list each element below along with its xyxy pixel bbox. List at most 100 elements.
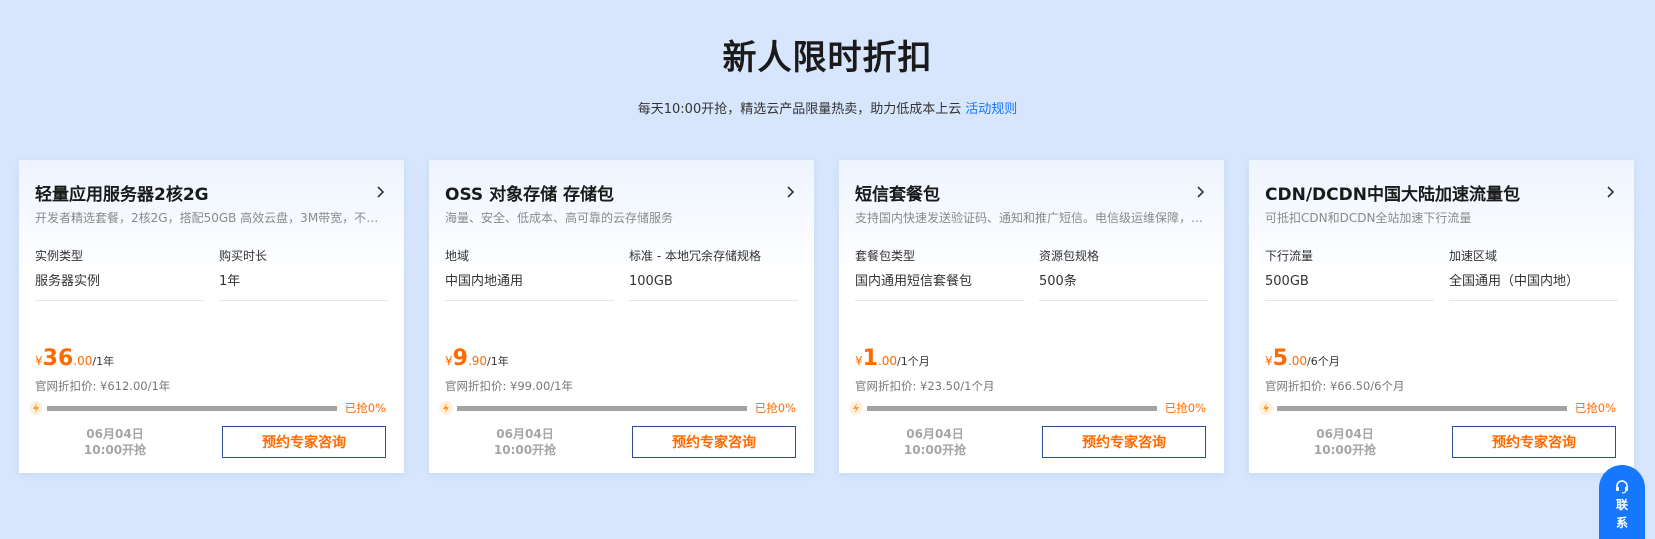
card-description: 开发者精选套餐，2核2G，搭配50GB 高效云盘，3M带宽，不限流量 [35, 211, 388, 225]
lightning-icon [439, 401, 453, 415]
spec-label: 下行流量 [1265, 249, 1314, 263]
stock-progress: 已抢0% [1259, 401, 1616, 415]
original-price: 官网折扣价: ¥23.50/1个月 [855, 379, 995, 393]
progress-bar [1277, 405, 1567, 411]
original-price: 官网折扣价: ¥612.00/1年 [35, 379, 171, 393]
spec-column: 套餐包类型 国内通用短信套餐包 [855, 247, 1024, 301]
spec-column: 实例类型 服务器实例 [35, 247, 204, 301]
discount-price: ¥1.00/1个月 [855, 346, 930, 371]
start-clock: 10:00开抢 [493, 443, 557, 457]
page-subtitle: 每天10:00开抢，精选云产品限量热卖，助力低成本上云 活动规则 [0, 98, 1655, 117]
card-header[interactable]: 轻量应用服务器2核2G [35, 180, 388, 205]
spec-value[interactable]: 中国内地通用 [445, 273, 614, 301]
start-date: 06月04日 [86, 427, 144, 441]
start-time: 06月04日 10:00开抢 [35, 426, 195, 458]
card-description: 可抵扣CDN和DCDN全站加速下行流量 [1265, 211, 1472, 225]
consult-expert-button[interactable]: 预约专家咨询 [1452, 426, 1616, 458]
product-card-list: 轻量应用服务器2核2G 开发者精选套餐，2核2G，搭配50GB 高效云盘，3M带… [19, 160, 1634, 473]
page-title: 新人限时折扣 [722, 38, 933, 78]
spec-value[interactable]: 国内通用短信套餐包 [855, 273, 1024, 301]
card-title: 短信套餐包 [855, 184, 940, 205]
grabbed-percent: 已抢0% [1574, 401, 1616, 415]
price-unit: /1年 [487, 355, 509, 368]
card-footer: 06月04日 10:00开抢 预约专家咨询 [445, 426, 796, 458]
card-footer: 06月04日 10:00开抢 预约专家咨询 [35, 426, 386, 458]
grabbed-percent: 已抢0% [754, 401, 796, 415]
chevron-right-icon[interactable] [372, 184, 388, 200]
card-description: 支持国内快速发送验证码、通知和推广短信。电信级运维保障，实时监控 [855, 211, 1208, 225]
spec-label: 套餐包类型 [855, 249, 916, 263]
product-card: OSS 对象存储 存储包 海量、安全、低成本、高可靠的云存储服务 地域 中国内地… [429, 160, 814, 473]
start-time: 06月04日 10:00开抢 [1265, 426, 1425, 458]
spec-value[interactable]: 100GB [629, 273, 798, 301]
card-title: 轻量应用服务器2核2G [35, 184, 209, 205]
lightning-icon [29, 401, 43, 415]
consult-expert-button[interactable]: 预约专家咨询 [1042, 426, 1206, 458]
discount-price: ¥36.00/1年 [35, 346, 114, 371]
grabbed-percent: 已抢0% [344, 401, 386, 415]
spec-column: 标准 - 本地冗余存储规格 100GB [629, 247, 798, 301]
lightning-icon [1259, 401, 1273, 415]
price-decimal: .90 [467, 354, 488, 368]
product-card: 短信套餐包 支持国内快速发送验证码、通知和推广短信。电信级运维保障，实时监控 套… [839, 160, 1224, 473]
contact-us-float-button[interactable]: 联 系 [1599, 465, 1645, 539]
card-title: CDN/DCDN中国大陆加速流量包 [1265, 184, 1520, 205]
price-integer: 1 [862, 346, 878, 371]
start-clock: 10:00开抢 [1313, 443, 1377, 457]
card-header[interactable]: CDN/DCDN中国大陆加速流量包 [1265, 180, 1618, 205]
spec-label: 标准 - 本地冗余存储规格 [629, 249, 761, 263]
spec-value[interactable]: 500条 [1039, 273, 1208, 301]
card-title: OSS 对象存储 存储包 [445, 184, 615, 205]
price-decimal: .00 [73, 354, 93, 368]
card-specs: 地域 中国内地通用 标准 - 本地冗余存储规格 100GB [445, 247, 798, 301]
spec-label: 购买时长 [219, 249, 268, 263]
price-decimal: .00 [877, 354, 898, 368]
contact-label-1: 联 [1615, 498, 1628, 512]
consult-expert-button[interactable]: 预约专家咨询 [632, 426, 796, 458]
subtitle-text: 每天10:00开抢，精选云产品限量热卖，助力低成本上云 [637, 102, 962, 117]
spec-value[interactable]: 500GB [1265, 273, 1434, 301]
spec-label: 实例类型 [35, 249, 84, 263]
lightning-icon [849, 401, 863, 415]
start-date: 06月04日 [496, 427, 554, 441]
discount-price: ¥9.90/1年 [445, 346, 509, 371]
chevron-right-icon[interactable] [782, 184, 798, 200]
start-date: 06月04日 [1316, 427, 1374, 441]
original-price: 官网折扣价: ¥99.00/1年 [445, 379, 573, 393]
spec-label: 地域 [445, 249, 470, 263]
spec-value[interactable]: 服务器实例 [35, 273, 204, 301]
progress-bar [867, 405, 1157, 411]
activity-rules-link[interactable]: 活动规则 [965, 102, 1017, 117]
price-unit: /1个月 [897, 355, 930, 368]
price-unit: /6个月 [1307, 355, 1340, 368]
consult-expert-button[interactable]: 预约专家咨询 [222, 426, 386, 458]
stock-progress: 已抢0% [849, 401, 1206, 415]
card-footer: 06月04日 10:00开抢 预约专家咨询 [1265, 426, 1616, 458]
price-integer: 5 [1272, 346, 1288, 371]
card-header[interactable]: 短信套餐包 [855, 180, 1208, 205]
price-currency: ¥ [1265, 354, 1273, 368]
card-specs: 下行流量 500GB 加速区域 全国通用（中国内地） [1265, 247, 1618, 301]
price-integer: 9 [452, 346, 468, 371]
start-clock: 10:00开抢 [903, 443, 967, 457]
price-decimal: .00 [1287, 354, 1308, 368]
headset-icon [1599, 479, 1645, 495]
price-currency: ¥ [855, 354, 863, 368]
chevron-right-icon[interactable] [1602, 184, 1618, 200]
card-specs: 套餐包类型 国内通用短信套餐包 资源包规格 500条 [855, 247, 1208, 301]
discount-price: ¥5.00/6个月 [1265, 346, 1340, 371]
price-unit: /1年 [92, 355, 115, 368]
card-footer: 06月04日 10:00开抢 预约专家咨询 [855, 426, 1206, 458]
start-time: 06月04日 10:00开抢 [855, 426, 1015, 458]
progress-bar [457, 405, 747, 411]
card-specs: 实例类型 服务器实例 购买时长 1年 [35, 247, 388, 301]
start-date: 06月04日 [906, 427, 964, 441]
spec-column: 资源包规格 500条 [1039, 247, 1208, 301]
stock-progress: 已抢0% [29, 401, 386, 415]
spec-value[interactable]: 全国通用（中国内地） [1449, 273, 1618, 301]
chevron-right-icon[interactable] [1192, 184, 1208, 200]
card-header[interactable]: OSS 对象存储 存储包 [445, 180, 798, 205]
original-price: 官网折扣价: ¥66.50/6个月 [1265, 379, 1405, 393]
progress-bar [47, 405, 337, 411]
spec-value[interactable]: 1年 [219, 273, 388, 301]
